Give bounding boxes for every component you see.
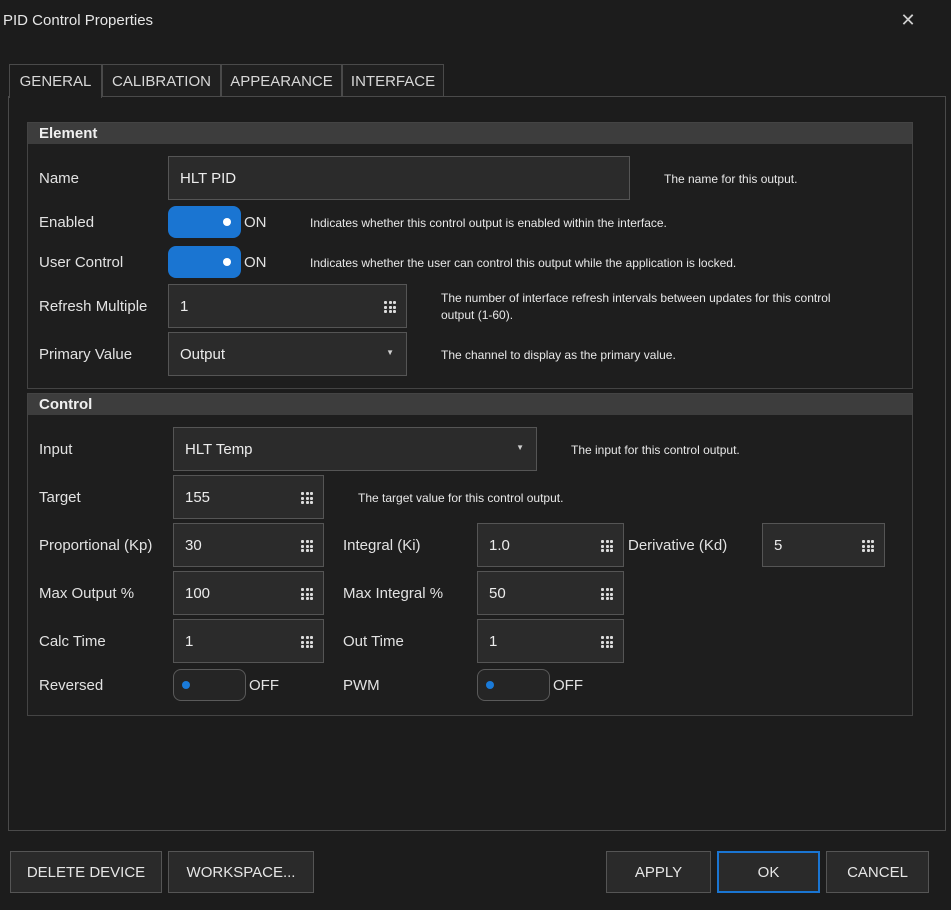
kd-input[interactable]: 5 <box>762 523 885 567</box>
tab-calibration[interactable]: CALIBRATION <box>102 64 221 97</box>
out-time-label: Out Time <box>343 633 404 650</box>
tab-general[interactable]: GENERAL <box>9 64 102 98</box>
target-help: The target value for this control output… <box>358 491 564 505</box>
primary-value-help: The channel to display as the primary va… <box>441 348 676 362</box>
kp-input[interactable]: 30 <box>173 523 324 567</box>
keypad-icon[interactable] <box>301 540 313 552</box>
ok-button[interactable]: OK <box>717 851 820 893</box>
toggle-knob-icon <box>486 681 494 689</box>
cancel-button[interactable]: CANCEL <box>826 851 929 893</box>
user-control-label: User Control <box>39 254 124 271</box>
keypad-icon[interactable] <box>384 301 396 313</box>
reversed-state: OFF <box>249 677 279 694</box>
keypad-icon[interactable] <box>301 588 313 600</box>
max-output-label: Max Output % <box>39 585 135 602</box>
primary-value-label: Primary Value <box>39 346 133 363</box>
reversed-label: Reversed <box>39 677 104 694</box>
refresh-multiple-input[interactable]: 1 <box>168 284 407 328</box>
ki-input[interactable]: 1.0 <box>477 523 624 567</box>
chevron-down-icon: ▼ <box>516 443 524 452</box>
kd-label: Derivative (Kd) <box>628 537 728 554</box>
window-title: PID Control Properties <box>3 12 154 29</box>
name-help: The name for this output. <box>664 172 798 186</box>
max-output-value: 100 <box>185 584 211 602</box>
workspace-button[interactable]: WORKSPACE... <box>168 851 314 893</box>
target-value: 155 <box>185 488 211 506</box>
ki-value: 1.0 <box>489 536 510 554</box>
enabled-state: ON <box>244 214 267 231</box>
kp-value: 30 <box>185 536 202 554</box>
name-input-value: HLT PID <box>180 169 237 187</box>
user-control-toggle[interactable] <box>168 246 241 278</box>
out-time-input[interactable]: 1 <box>477 619 624 663</box>
pwm-toggle[interactable] <box>477 669 550 701</box>
calc-time-label: Calc Time <box>39 633 106 650</box>
target-label: Target <box>39 489 81 506</box>
max-integral-value: 50 <box>489 584 506 602</box>
toggle-knob-icon <box>182 681 190 689</box>
reversed-toggle[interactable] <box>173 669 246 701</box>
calc-time-input[interactable]: 1 <box>173 619 324 663</box>
refresh-multiple-help-line1: The number of interface refresh interval… <box>441 291 831 305</box>
keypad-icon[interactable] <box>601 636 613 648</box>
enabled-help: Indicates whether this control output is… <box>310 216 667 230</box>
keypad-icon[interactable] <box>301 492 313 504</box>
refresh-multiple-label: Refresh Multiple <box>39 298 148 315</box>
chevron-down-icon: ▼ <box>386 348 394 357</box>
input-label: Input <box>39 441 73 458</box>
apply-button[interactable]: APPLY <box>606 851 711 893</box>
user-control-state: ON <box>244 254 267 271</box>
input-selected: HLT Temp <box>185 440 253 458</box>
kd-value: 5 <box>774 536 783 554</box>
max-integral-label: Max Integral % <box>343 585 444 602</box>
ki-label: Integral (Ki) <box>343 537 421 554</box>
target-input[interactable]: 155 <box>173 475 324 519</box>
refresh-multiple-help-line2: output (1-60). <box>441 308 514 322</box>
pwm-label: PWM <box>343 677 380 694</box>
close-icon[interactable]: ✕ <box>899 10 917 31</box>
keypad-icon[interactable] <box>862 540 874 552</box>
name-label: Name <box>39 170 80 187</box>
tab-appearance[interactable]: APPEARANCE <box>221 64 342 97</box>
tab-interface[interactable]: INTERFACE <box>342 64 444 97</box>
name-input[interactable]: HLT PID <box>168 156 630 200</box>
toggle-knob-icon <box>223 258 231 266</box>
max-integral-input[interactable]: 50 <box>477 571 624 615</box>
keypad-icon[interactable] <box>301 636 313 648</box>
enabled-toggle[interactable] <box>168 206 241 238</box>
keypad-icon[interactable] <box>601 540 613 552</box>
user-control-help: Indicates whether the user can control t… <box>310 256 737 270</box>
out-time-value: 1 <box>489 632 498 650</box>
input-help: The input for this control output. <box>571 443 740 457</box>
input-select[interactable]: HLT Temp ▼ <box>173 427 537 471</box>
control-section-header: Control <box>28 394 912 415</box>
delete-device-button[interactable]: DELETE DEVICE <box>10 851 162 893</box>
keypad-icon[interactable] <box>601 588 613 600</box>
max-output-input[interactable]: 100 <box>173 571 324 615</box>
element-section-header: Element <box>28 123 912 144</box>
refresh-multiple-value: 1 <box>180 297 189 315</box>
primary-value-selected: Output <box>180 345 226 363</box>
calc-time-value: 1 <box>185 632 194 650</box>
toggle-knob-icon <box>223 218 231 226</box>
pwm-state: OFF <box>553 677 583 694</box>
enabled-label: Enabled <box>39 214 95 231</box>
primary-value-select[interactable]: Output ▼ <box>168 332 407 376</box>
kp-label: Proportional (Kp) <box>39 537 153 554</box>
